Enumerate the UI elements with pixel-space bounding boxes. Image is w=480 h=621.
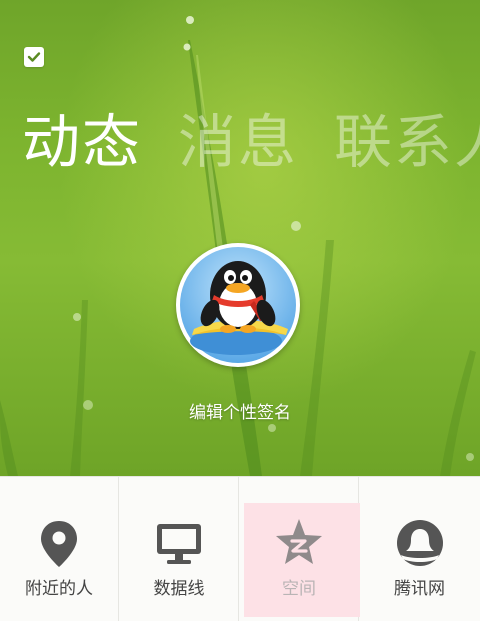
check-icon (27, 52, 41, 62)
avatar[interactable] (176, 243, 300, 367)
shortcut-tencent-news[interactable]: 腾讯网 (360, 477, 479, 621)
tab-feed[interactable]: 动态 (22, 102, 142, 182)
tencent-news-icon (396, 520, 443, 566)
penguin-avatar-icon (180, 247, 296, 363)
shortcut-grid: 附近的人 数据线 空间 腾讯网 (0, 476, 480, 621)
shortcut-tencent-news-label: 腾讯网 (394, 579, 445, 599)
monitor-icon (157, 524, 201, 564)
checkbox[interactable] (24, 47, 44, 67)
shortcut-nearby[interactable]: 附近的人 (0, 477, 119, 621)
shortcut-qzone[interactable]: 空间 (240, 477, 360, 621)
hero-wallpaper: 动态消息联系人 (0, 0, 480, 476)
tab-bar: 动态消息联系人 (22, 102, 480, 182)
location-pin-icon (41, 521, 77, 567)
shortcut-data-cable-label: 数据线 (153, 579, 205, 599)
tab-messages[interactable]: 消息 (178, 102, 298, 182)
shortcut-data-cable[interactable]: 数据线 (120, 477, 239, 621)
tab-contacts[interactable]: 联系人 (334, 102, 480, 182)
qzone-star-icon (276, 519, 322, 564)
shortcut-qzone-label: 空间 (282, 579, 316, 599)
signature-text[interactable]: 编辑个性签名 (0, 398, 480, 423)
shortcut-nearby-label: 附近的人 (25, 579, 93, 599)
